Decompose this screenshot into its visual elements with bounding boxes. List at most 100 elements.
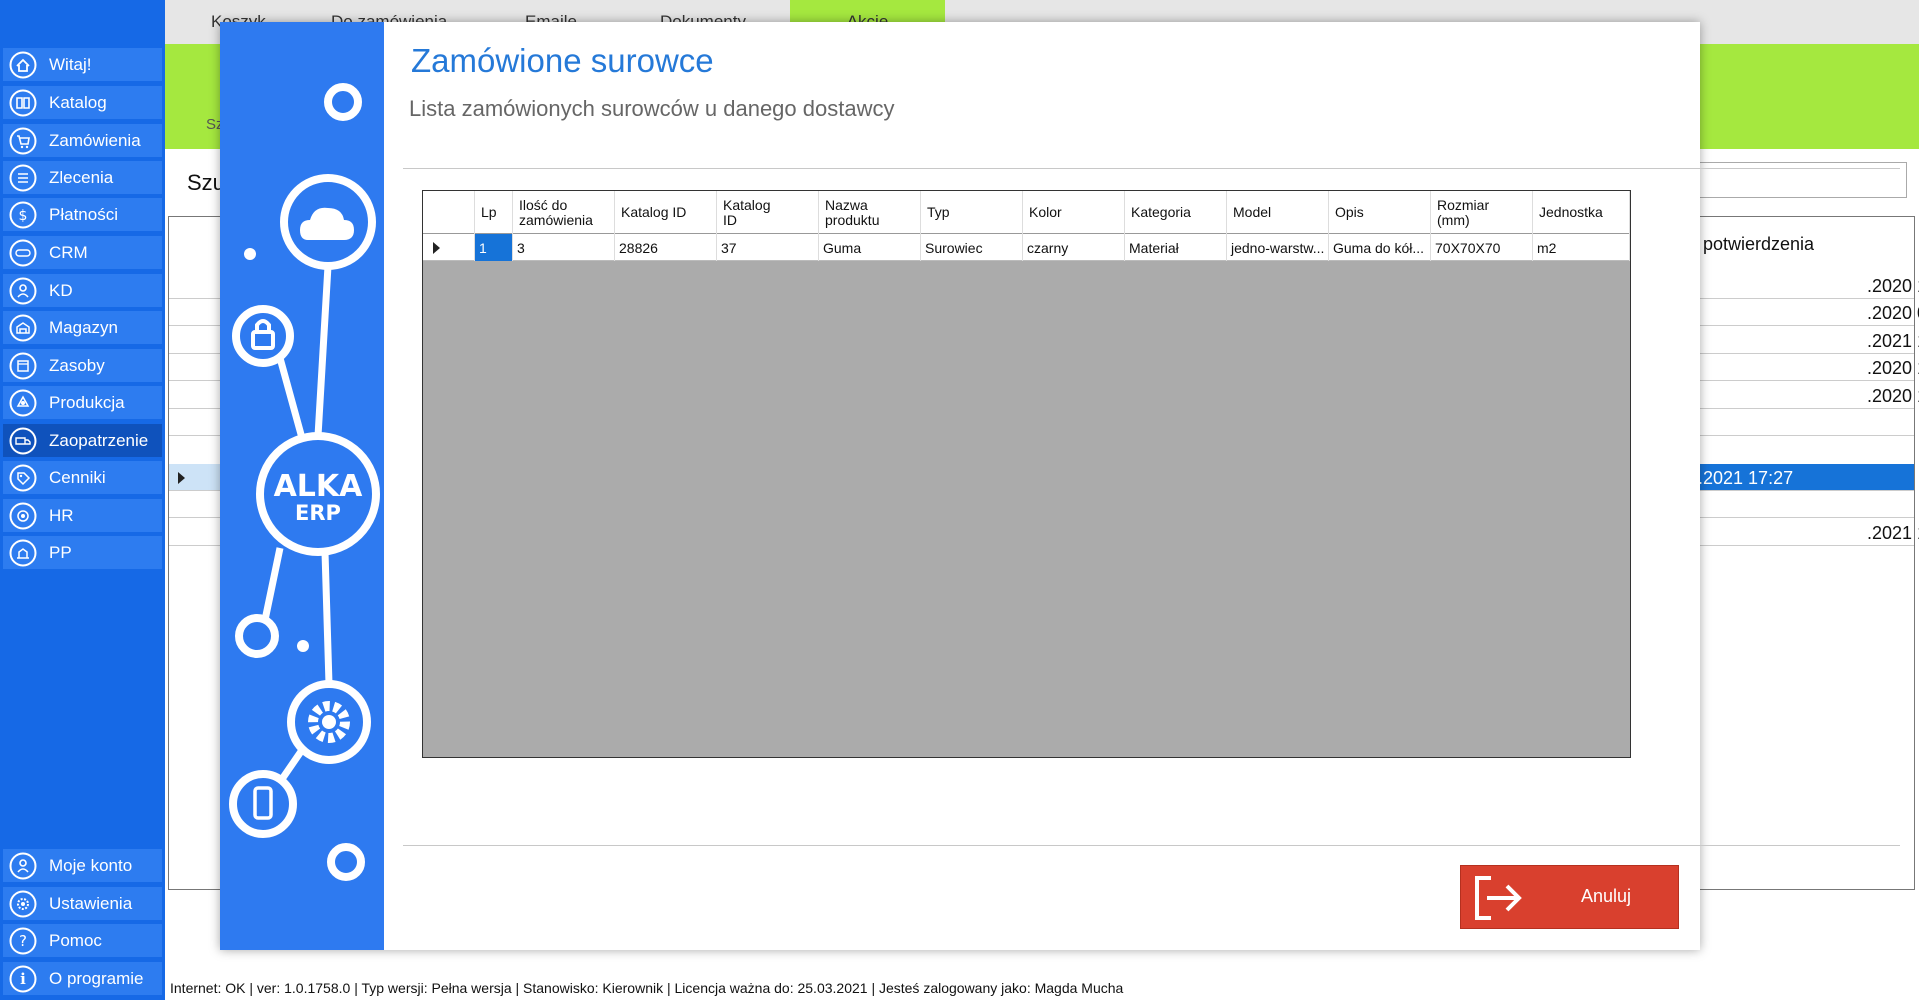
cell-katalog-id-2[interactable]: 37: [717, 234, 819, 261]
column-header-lp[interactable]: Lp: [475, 191, 513, 234]
cell-jednostka[interactable]: m2: [1533, 234, 1630, 261]
pp-icon: [8, 538, 38, 568]
grid-header: Lp Ilość do zamówienia Katalog ID Katalo…: [423, 191, 1630, 234]
sidebar-item-zlecenia[interactable]: Zlecenia: [3, 161, 162, 194]
column-header-katalog-id[interactable]: Katalog ID: [615, 191, 717, 234]
background-column-header: potwierdzenia: [1703, 234, 1815, 254]
date-cell: .2021 14:41: [1867, 331, 1919, 351]
cell-ilosc[interactable]: 3: [513, 234, 615, 261]
divider: [403, 845, 1900, 846]
column-header-nazwa-produktu[interactable]: Nazwa produktu: [819, 191, 921, 234]
sidebar-item-label: Produkcja: [49, 392, 125, 412]
cell-kolor[interactable]: czarny: [1023, 234, 1125, 261]
exit-icon: [1475, 876, 1522, 920]
sidebar-item-kd[interactable]: KD: [3, 274, 162, 307]
grid-header-corner: [423, 191, 475, 234]
dialog-branding-panel: ALKA ERP: [220, 22, 384, 950]
cart-icon: [8, 126, 38, 156]
sidebar-item-pp[interactable]: PP: [3, 536, 162, 569]
box-icon: [8, 351, 38, 381]
row-header[interactable]: [423, 234, 475, 261]
column-header-ilosc[interactable]: Ilość do zamówienia: [513, 191, 615, 234]
column-header-opis[interactable]: Opis: [1329, 191, 1431, 234]
dialog-subtitle: Lista zamówionych surowców u danego dost…: [409, 96, 895, 121]
table-row-selected[interactable]: .2021 17:27: [1690, 464, 1914, 491]
sidebar-item-label: Pomoc: [49, 930, 102, 950]
sidebar-item-label: PP: [49, 542, 72, 562]
sidebar-item-moje-konto[interactable]: Moje konto: [3, 849, 162, 882]
sidebar-item-label: O programie: [49, 968, 144, 988]
sidebar-item-ustawienia[interactable]: Ustawienia: [3, 887, 162, 920]
sidebar-item-label: Magazyn: [49, 317, 118, 337]
cell-kategoria[interactable]: Materiał: [1125, 234, 1227, 261]
alka-erp-logo-graphic: ALKA ERP: [229, 83, 380, 881]
svg-text:?: ?: [19, 932, 27, 950]
sidebar-item-zamowienia[interactable]: Zamówienia: [3, 124, 162, 157]
hr-icon: [8, 501, 38, 531]
sidebar-item-label: Zaopatrzenie: [49, 430, 149, 450]
column-header-katalog-id-2[interactable]: Katalog ID: [717, 191, 819, 234]
info-icon: i: [8, 964, 38, 994]
column-header-jednostka[interactable]: Jednostka: [1533, 191, 1630, 234]
home-icon: [8, 50, 38, 80]
date-cell: .2021 17:27: [1698, 468, 1794, 488]
sidebar-item-label: CRM: [49, 242, 88, 262]
logo-text-erp: ERP: [295, 501, 341, 525]
gear-icon: [8, 889, 38, 919]
table-row-selected-left[interactable]: [169, 464, 221, 491]
column-header-model[interactable]: Model: [1227, 191, 1329, 234]
sidebar-item-zasoby[interactable]: Zasoby: [3, 349, 162, 382]
table-row[interactable]: 1 3 28826 37 Guma Surowiec czarny Materi…: [423, 234, 1630, 261]
date-cell: .2020 15:31: [1867, 386, 1919, 406]
sidebar-item-label: Cenniki: [49, 467, 106, 487]
crm-icon: [8, 238, 38, 268]
sidebar-item-magazyn[interactable]: Magazyn: [3, 311, 162, 344]
cancel-button-label: Anuluj: [1581, 886, 1632, 906]
svg-text:i: i: [20, 970, 26, 988]
dialog-title: Zamówione surowce: [411, 42, 714, 79]
sidebar-item-hr[interactable]: HR: [3, 499, 162, 532]
cell-opis[interactable]: Guma do kół...: [1329, 234, 1431, 261]
cell-lp[interactable]: 1: [475, 234, 513, 261]
sidebar-item-label: Zamówienia: [49, 130, 141, 150]
cell-model[interactable]: jedno-warstw...: [1227, 234, 1329, 261]
production-icon: [8, 388, 38, 418]
ordered-materials-dialog: ALKA ERP Zamówione surowce Lista zamówio…: [220, 22, 1900, 950]
sidebar-item-label: Moje konto: [49, 855, 133, 875]
cell-rozmiar[interactable]: 70X70X70: [1431, 234, 1533, 261]
sidebar-item-witaj[interactable]: Witaj!: [3, 48, 162, 81]
date-cell: .2021 17:47: [1867, 523, 1919, 543]
logo-text-alka: ALKA: [274, 469, 364, 504]
sidebar-item-label: Płatności: [49, 204, 118, 224]
row-indicator-icon: [433, 242, 440, 254]
sidebar-item-pomoc[interactable]: ? Pomoc: [3, 924, 162, 957]
sidebar-item-cenniki[interactable]: Cenniki: [3, 461, 162, 494]
sidebar-item-katalog[interactable]: Katalog: [3, 86, 162, 119]
sidebar-item-platnosci[interactable]: $ Płatności: [3, 198, 162, 231]
sidebar-item-label: Katalog: [49, 92, 107, 112]
sidebar-item-produkcja[interactable]: Produkcja: [3, 386, 162, 419]
column-header-typ[interactable]: Typ: [921, 191, 1023, 234]
cell-katalog-id[interactable]: 28826: [615, 234, 717, 261]
dollar-icon: $: [8, 200, 38, 230]
column-header-rozmiar[interactable]: Rozmiar (mm): [1431, 191, 1533, 234]
sidebar-item-crm[interactable]: CRM: [3, 236, 162, 269]
user-icon: [8, 851, 38, 881]
sidebar-item-label: Ustawienia: [49, 893, 133, 913]
cell-nazwa-produktu[interactable]: Guma: [819, 234, 921, 261]
sidebar-item-o-programie[interactable]: i O programie: [3, 962, 162, 995]
materials-grid[interactable]: Lp Ilość do zamówienia Katalog ID Katalo…: [422, 190, 1631, 758]
help-icon: ?: [8, 926, 38, 956]
sidebar-item-label: Zlecenia: [49, 167, 114, 187]
column-header-kolor[interactable]: Kolor: [1023, 191, 1125, 234]
sidebar-item-label: Zasoby: [49, 355, 105, 375]
date-cell: .2020 08:38: [1867, 303, 1919, 323]
sidebar-item-zaopatrzenie[interactable]: Zaopatrzenie: [3, 424, 162, 457]
column-header-kategoria[interactable]: Kategoria: [1125, 191, 1227, 234]
sidebar-item-label: HR: [49, 505, 74, 525]
cell-typ[interactable]: Surowiec: [921, 234, 1023, 261]
cancel-button[interactable]: Anuluj: [1460, 865, 1679, 929]
truck-icon: [8, 426, 38, 456]
date-cell: .2020 16:38: [1867, 358, 1919, 378]
sidebar: Witaj! Katalog Zamówienia Zlecenia $ Pła…: [0, 0, 165, 1000]
